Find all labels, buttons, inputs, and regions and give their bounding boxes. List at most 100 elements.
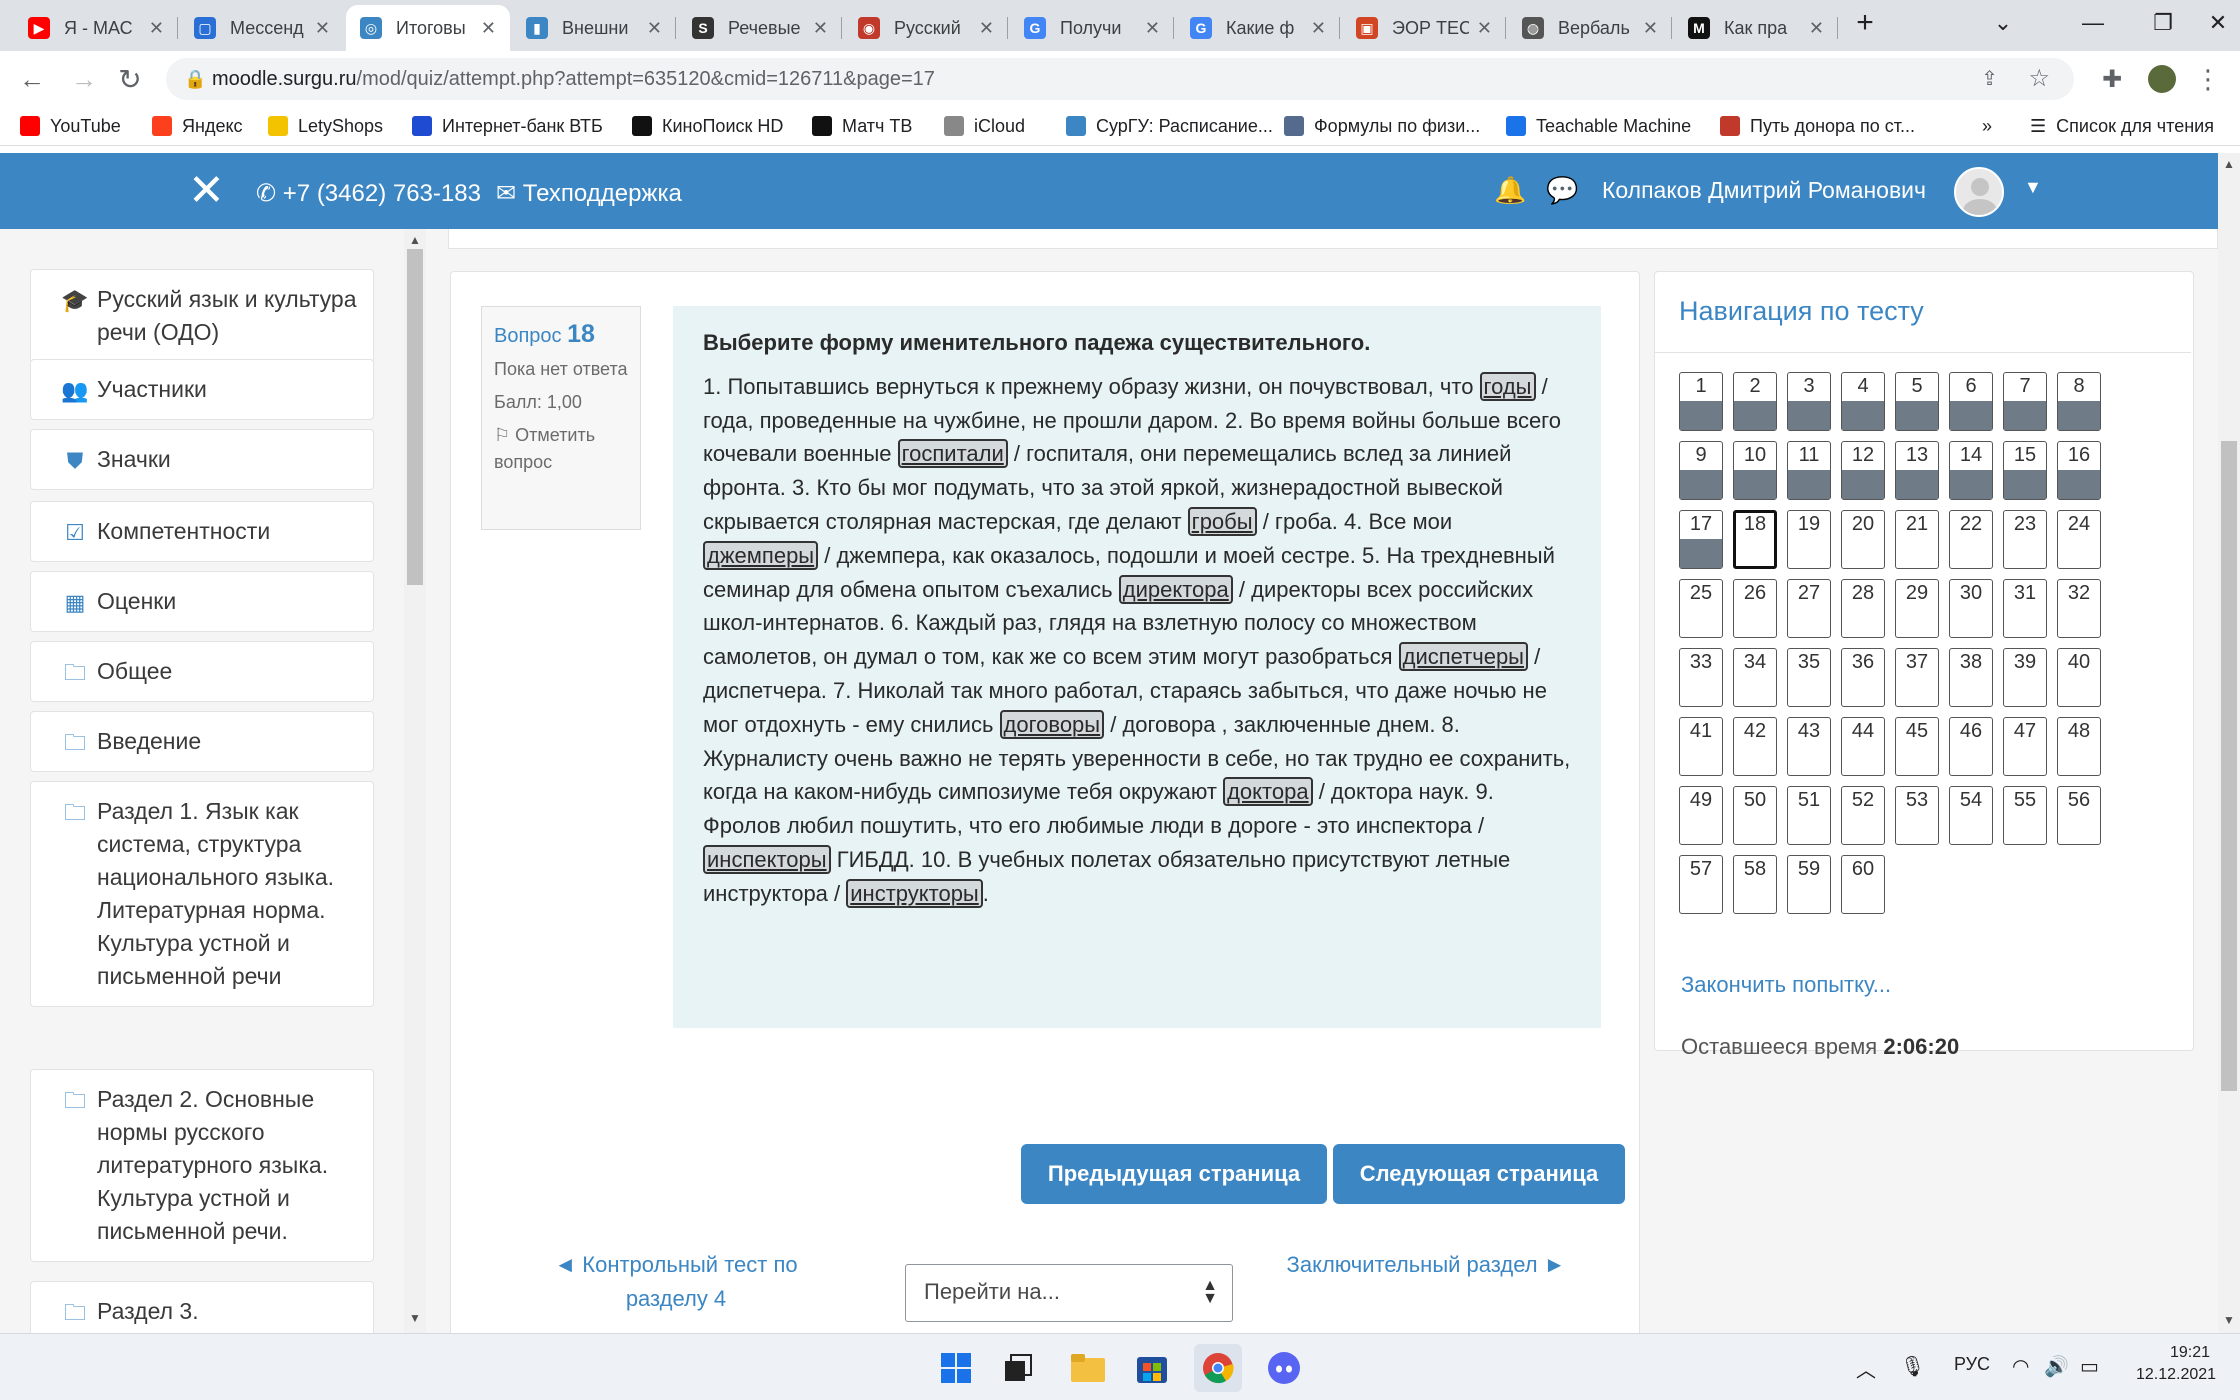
quiz-nav-button[interactable]: 37 [1895,648,1939,707]
quiz-nav-button[interactable]: 16 [2057,441,2101,500]
bookmark-item[interactable]: Яндекс [152,112,243,140]
quiz-nav-button[interactable]: 12 [1841,441,1885,500]
bookmark-item[interactable]: Формулы по физи... [1284,112,1480,140]
quiz-nav-button[interactable]: 6 [1949,372,1993,431]
jump-to-select[interactable]: Перейти на... ▲ ▼ [905,1264,1233,1322]
bookmark-item[interactable]: СурГУ: Расписание... [1066,112,1273,140]
selected-answer-option[interactable]: инспекторы [703,844,831,874]
bookmark-item[interactable]: YouTube [20,112,121,140]
task-view-icon[interactable] [994,1344,1042,1392]
quiz-nav-button[interactable]: 41 [1679,717,1723,776]
quiz-nav-button[interactable]: 52 [1841,786,1885,845]
quiz-nav-button[interactable]: 49 [1679,786,1723,845]
sidebar-item[interactable]: 🗀 Раздел 3. [30,1281,374,1333]
sidebar-item[interactable]: ▦ Оценки [30,571,374,632]
selected-answer-option[interactable]: инструкторы [846,878,983,908]
quiz-nav-button[interactable]: 32 [2057,579,2101,638]
maximize-button[interactable]: ❐ [2128,0,2198,46]
avatar[interactable] [1954,167,2004,217]
finish-attempt-link[interactable]: Закончить попытку... [1681,972,1891,998]
quiz-nav-button[interactable]: 7 [2003,372,2047,431]
quiz-nav-button[interactable]: 57 [1679,855,1723,914]
selected-answer-option[interactable]: директора [1118,574,1233,604]
selected-answer-option[interactable]: диспетчеры [1398,642,1528,672]
selected-answer-option[interactable]: доктора [1223,777,1313,807]
quiz-nav-button[interactable]: 55 [2003,786,2047,845]
close-tab-icon[interactable]: ✕ [813,18,828,39]
quiz-nav-button[interactable]: 47 [2003,717,2047,776]
file-explorer-icon[interactable] [1064,1344,1112,1392]
tray-chevron-icon[interactable]: ︿ [1856,1354,1876,1383]
browser-tab[interactable]: G Получи ✕ [1010,5,1174,51]
quiz-nav-button[interactable]: 42 [1733,717,1777,776]
quiz-nav-button[interactable]: 15 [2003,441,2047,500]
caret-down-icon[interactable]: ▼ [2024,177,2042,198]
quiz-nav-button[interactable]: 54 [1949,786,1993,845]
reading-list-button[interactable]: ☰ Список для чтения [2030,112,2214,140]
windows-start-icon[interactable] [932,1344,980,1392]
sidebar-item[interactable]: 🎓 Русский язык и культура речи (ОДО) [30,269,374,363]
phone-link[interactable]: ✆ +7 (3462) 763-183 [256,179,481,208]
quiz-nav-button[interactable]: 8 [2057,372,2101,431]
volume-icon[interactable]: 🔊 [2044,1354,2069,1379]
sidebar-item[interactable]: 🗀 Общее [30,641,374,702]
sidebar-scrollbar[interactable]: ▲ ▼ [404,229,426,1333]
scroll-up-icon[interactable]: ▲ [2223,157,2235,171]
quiz-nav-button[interactable]: 22 [1949,510,1993,569]
bell-icon[interactable]: 🔔 [1494,175,1526,206]
quiz-nav-button[interactable]: 34 [1733,648,1777,707]
quiz-nav-button[interactable]: 24 [2057,510,2101,569]
quiz-nav-button[interactable]: 3 [1787,372,1831,431]
scroll-down-icon[interactable]: ▼ [2223,1313,2235,1327]
next-activity-link[interactable]: Заключительный раздел ► [1261,1248,1591,1282]
selected-answer-option[interactable]: договоры [999,709,1105,739]
quiz-nav-button[interactable]: 56 [2057,786,2101,845]
browser-tab[interactable]: ◎ Итоговы ✕ [346,5,510,51]
quiz-nav-button[interactable]: 26 [1733,579,1777,638]
selected-answer-option[interactable]: джемперы [703,540,819,570]
chat-icon[interactable]: 💬 [1546,175,1578,206]
quiz-nav-button[interactable]: 59 [1787,855,1831,914]
quiz-nav-button[interactable]: 39 [2003,648,2047,707]
sidebar-item[interactable]: 👥 Участники [30,359,374,420]
quiz-nav-button[interactable]: 28 [1841,579,1885,638]
user-name[interactable]: Колпаков Дмитрий Романович [1602,177,1926,204]
selected-answer-option[interactable]: гробы [1187,506,1257,536]
quiz-nav-button[interactable]: 33 [1679,648,1723,707]
quiz-nav-button[interactable]: 35 [1787,648,1831,707]
browser-tab[interactable]: ▮ Внешни ✕ [512,5,676,51]
bookmark-item[interactable]: Teachable Machine [1506,112,1691,140]
chrome-icon[interactable] [1194,1344,1242,1392]
close-tab-icon[interactable]: ✕ [647,18,662,39]
browser-tab[interactable]: ▢ Мессенд ✕ [180,5,344,51]
back-icon[interactable]: ← [14,61,50,97]
extensions-icon[interactable]: ✚ [2094,61,2130,97]
sidebar-item[interactable]: 🗀 Введение [30,711,374,772]
browser-tab[interactable]: ▣ ЭОР ТЕС ✕ [1342,5,1506,51]
quiz-nav-button[interactable]: 53 [1895,786,1939,845]
discord-icon[interactable] [1260,1344,1308,1392]
close-window-button[interactable]: ✕ [2196,0,2240,46]
bookmark-star-icon[interactable]: ☆ [2028,64,2050,93]
quiz-nav-button[interactable]: 31 [2003,579,2047,638]
quiz-nav-button[interactable]: 5 [1895,372,1939,431]
profile-icon[interactable] [2144,61,2180,97]
bookmark-item[interactable]: iCloud [944,112,1025,140]
browser-tab[interactable]: ◉ Русский ✕ [844,5,1008,51]
battery-icon[interactable]: ▭ [2080,1354,2099,1379]
sidebar-item[interactable]: ☑ Компетентности [30,501,374,562]
sidebar-item[interactable]: 🗀 Раздел 2. Основные нормы русского литер… [30,1069,374,1262]
quiz-nav-button[interactable]: 19 [1787,510,1831,569]
tab-search-icon[interactable]: ⌄ [1968,0,2038,46]
bookmark-item[interactable]: Матч ТВ [812,112,912,140]
menu-icon[interactable]: ⋮ [2190,61,2226,97]
quiz-nav-button[interactable]: 21 [1895,510,1939,569]
browser-tab[interactable]: ▶ Я - МАС ✕ [14,5,178,51]
sidebar-scroll-thumb[interactable] [407,249,423,585]
quiz-nav-button[interactable]: 60 [1841,855,1885,914]
quiz-nav-button[interactable]: 25 [1679,579,1723,638]
quiz-nav-button[interactable]: 17 [1679,510,1723,569]
sidebar-item[interactable]: 🗀 Раздел 1. Язык как система, структура н… [30,781,374,1007]
quiz-nav-button[interactable]: 30 [1949,579,1993,638]
quiz-nav-button[interactable]: 44 [1841,717,1885,776]
